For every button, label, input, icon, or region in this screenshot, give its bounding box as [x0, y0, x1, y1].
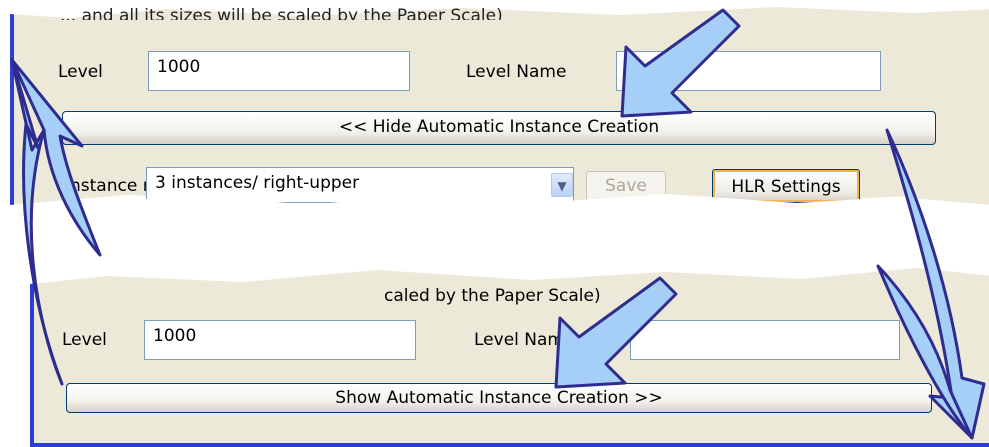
chevron-down-icon[interactable]: ▼: [551, 173, 573, 197]
level-input[interactable]: 1000: [144, 320, 416, 360]
level-name-input[interactable]: [630, 320, 900, 360]
level-name-label: Level Name: [474, 330, 575, 350]
top-caption-fragment: ... and all its sizes will be scaled by …: [60, 6, 503, 20]
bottom-caption-clip: caled by the Paper Scale): [384, 284, 684, 310]
instance-label-fragment: Instance n: [65, 176, 147, 196]
hlr-settings-button[interactable]: HLR Settings: [712, 169, 860, 203]
level-name-input[interactable]: [616, 51, 881, 91]
level-input[interactable]: 1000: [148, 51, 410, 91]
level-label: Level: [58, 62, 103, 82]
instance-label-clip: Instance n: [65, 170, 147, 198]
hide-automatic-instance-creation-button[interactable]: << Hide Automatic Instance Creation: [62, 111, 936, 145]
instance-preset-value: 3 instances/ right-upper: [155, 173, 360, 193]
torn-gap: [100, 193, 910, 265]
bottom-caption-fragment: caled by the Paper Scale): [384, 286, 601, 306]
top-caption-clip: ... and all its sizes will be scaled by …: [40, 0, 820, 20]
level-name-label: Level Name: [466, 62, 567, 82]
show-automatic-instance-creation-button[interactable]: Show Automatic Instance Creation >>: [66, 383, 932, 413]
level-label: Level: [62, 330, 107, 350]
